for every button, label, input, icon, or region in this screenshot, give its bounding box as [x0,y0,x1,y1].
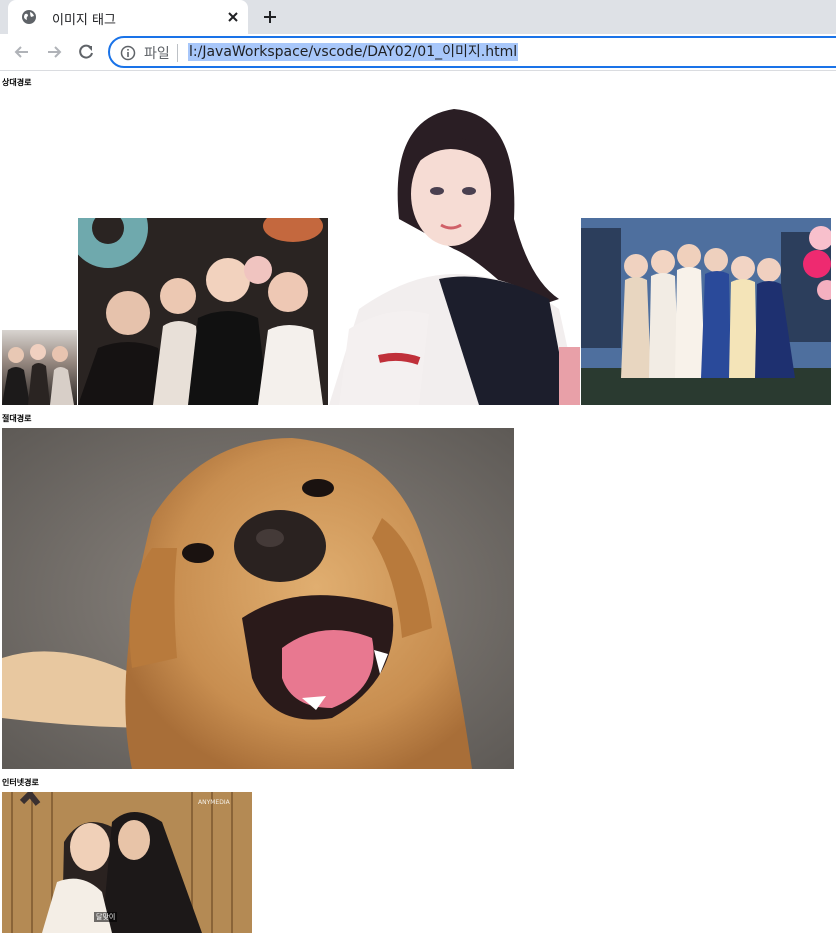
plus-icon[interactable] [260,7,280,27]
browser-tab[interactable]: 이미지 태그 [8,0,248,34]
tab-title: 이미지 태그 [52,13,116,28]
internet-path-heading: 인터넷경로 [2,778,39,787]
video-caption: 달맞이 [94,912,118,922]
url-text[interactable]: l:/JavaWorkspace/vscode/DAY02/01_이미지.htm… [188,43,519,61]
dog-photo [2,428,514,769]
group-photo-thumbnail [2,330,77,405]
address-bar[interactable]: 파일 l:/JavaWorkspace/vscode/DAY02/01_이미지.… [108,36,836,68]
arrow-right-icon[interactable] [44,42,64,62]
close-icon[interactable] [224,8,242,26]
globe-icon [22,10,36,24]
browser-toolbar: 파일 l:/JavaWorkspace/vscode/DAY02/01_이미지.… [0,34,836,71]
page-content: 상대경로 절대경로 인터넷경로 ANYMEDIA 달맞이 [0,71,836,943]
absolute-path-heading: 절대경로 [2,414,32,423]
illustration-image [329,99,580,405]
info-icon[interactable] [120,45,136,61]
scheme-label: 파일 [144,46,170,62]
group-standing-photo [581,218,831,405]
group-selfie-photo [78,218,328,405]
divider [177,44,178,62]
relative-path-heading: 상대경로 [2,78,32,87]
selfie-photo: ANYMEDIA 달맞이 [2,792,252,933]
reload-icon[interactable] [76,42,96,62]
arrow-left-icon[interactable] [12,42,32,62]
tab-strip: 이미지 태그 [0,0,836,34]
video-watermark: ANYMEDIA [198,799,230,806]
